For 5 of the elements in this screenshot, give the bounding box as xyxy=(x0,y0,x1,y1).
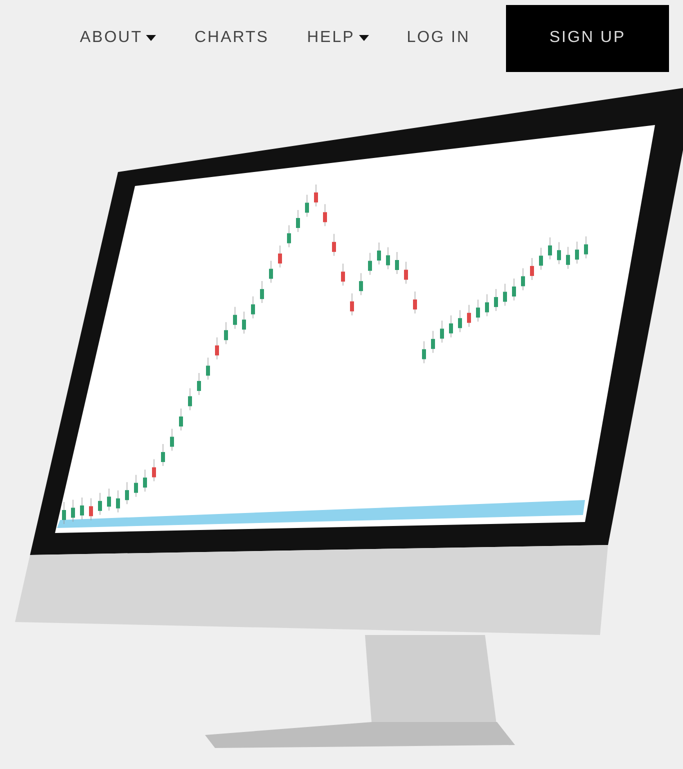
nav-link[interactable]: CHARTS xyxy=(194,26,269,50)
nav-link[interactable]: ABOUT xyxy=(80,26,156,50)
nav-link[interactable]: HELP xyxy=(306,26,369,50)
sign-up-button[interactable]: SIGN UP xyxy=(506,4,669,72)
nav-link[interactable]: LOG IN xyxy=(406,26,470,50)
